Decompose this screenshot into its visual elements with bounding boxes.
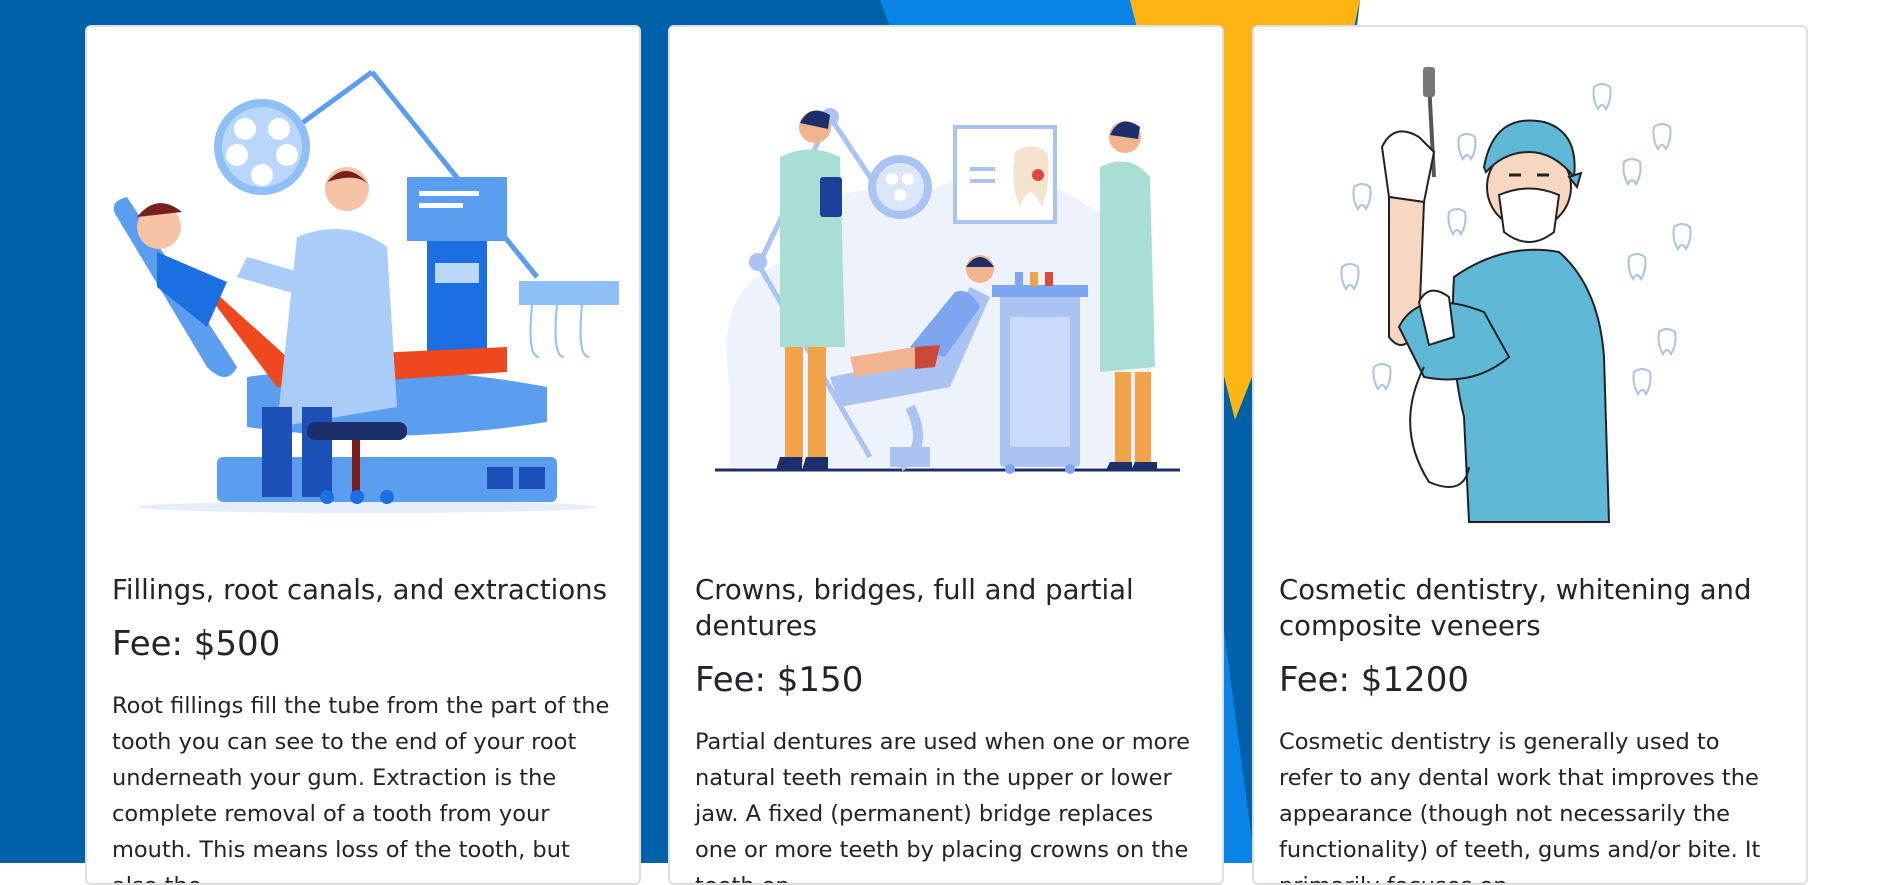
service-card-cosmetic: Cosmetic dentistry, whitening and compos… [1252,25,1808,885]
service-description: Partial dentures are used when one or mo… [695,729,1190,883]
service-description: Root fillings fill the tube from the par… [112,693,610,883]
service-fee: Fee: $150 [695,660,864,700]
service-fee: Fee: $500 [112,624,281,664]
dentist-holding-tool-illustration [1340,67,1692,523]
service-description: Cosmetic dentistry is generally used to … [1279,729,1761,883]
service-card-crowns: Crowns, bridges, full and partial dentur… [668,25,1224,885]
service-title: Crowns, bridges, full and partial dentur… [695,574,1134,642]
dentist-treating-patient-illustration [113,69,619,513]
service-title: Cosmetic dentistry, whitening and compos… [1279,574,1752,642]
service-card-fillings: Fillings, root canals, and extractions F… [85,25,641,885]
service-title: Fillings, root canals, and extractions [112,574,607,606]
service-fee: Fee: $1200 [1279,660,1469,700]
dental-clinic-illustration [715,108,1180,474]
